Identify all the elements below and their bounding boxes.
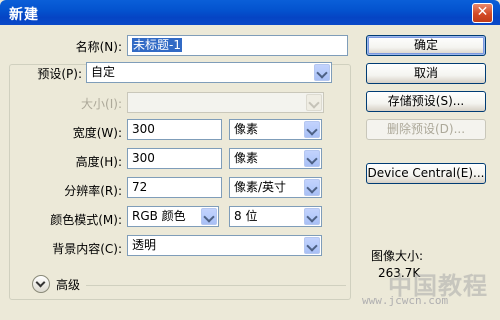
advanced-label[interactable]: 高级 [56,276,80,293]
new-document-dialog: 新建 ✕ 名称(N): 未标题-1 预设(P): 自定 大小(I): 宽度(W)… [0,0,500,320]
dialog-title: 新建 [9,7,39,23]
width-unit-value: 像素 [234,122,259,136]
size-label: 大小(I): [81,97,122,111]
watermark-url: www.jcwcn.com [362,294,449,307]
chevron-down-icon [304,179,320,196]
delete-preset-button: 删除预设(D)... [366,119,486,140]
width-label: 宽度(W): [72,126,122,140]
height-unit-value: 像素 [234,151,259,165]
height-label: 高度(H): [75,155,122,169]
resolution-label: 分辨率(R): [64,184,122,198]
height-input[interactable]: 300 [127,148,222,169]
title-bar[interactable]: 新建 ✕ [0,0,500,25]
height-unit-select[interactable]: 像素 [229,148,322,169]
background-select[interactable]: 透明 [127,235,322,256]
name-label: 名称(N): [75,40,122,54]
resolution-unit-select[interactable]: 像素/英寸 [229,177,322,198]
chevron-down-icon [304,150,320,167]
preset-select[interactable]: 自定 [86,62,332,83]
ok-button[interactable]: 确定 [366,35,486,56]
width-value: 300 [132,122,155,136]
name-input[interactable]: 未标题-1 [127,35,348,56]
chevron-down-icon [314,64,330,81]
height-value: 300 [132,151,155,165]
width-unit-select[interactable]: 像素 [229,119,322,140]
color-mode-select[interactable]: RGB 颜色 [127,206,219,227]
resolution-unit-value: 像素/英寸 [234,180,287,194]
advanced-toggle-icon[interactable] [32,275,50,293]
preset-value: 自定 [91,65,116,79]
name-input-value: 未标题-1 [132,38,182,52]
device-central-button[interactable]: Device Central(E)... [366,163,486,184]
resolution-input[interactable]: 72 [127,177,222,198]
background-value: 透明 [132,238,157,252]
chevron-down-icon [306,94,322,111]
color-mode-label: 颜色模式(M): [50,213,122,227]
resolution-value: 72 [132,180,148,194]
chevron-down-icon [304,237,320,254]
background-label: 背景内容(C): [52,242,122,256]
advanced-divider [86,285,346,286]
cancel-button[interactable]: 取消 [366,63,486,84]
size-select [127,92,324,113]
close-button[interactable]: ✕ [472,3,493,23]
bit-depth-select[interactable]: 8 位 [229,206,322,227]
image-size-label: 图像大小: [371,249,424,263]
color-mode-value: RGB 颜色 [132,209,186,223]
width-input[interactable]: 300 [127,119,222,140]
chevron-down-icon [304,121,320,138]
bit-depth-value: 8 位 [234,209,258,223]
preset-label: 预设(P): [37,67,82,81]
save-preset-button[interactable]: 存储预设(S)... [366,91,486,112]
chevron-down-icon [201,208,217,225]
watermark: 中国教程 www.jcwcn.com [360,266,500,320]
close-icon: ✕ [476,4,489,20]
chevron-down-icon [304,208,320,225]
